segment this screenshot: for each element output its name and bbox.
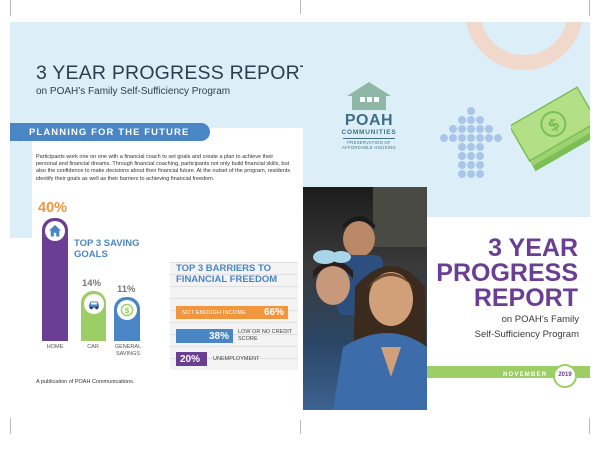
house-icon bbox=[44, 221, 65, 241]
left-page: 3 YEAR PROGRESS REPORT on POAH’s Family … bbox=[10, 22, 303, 410]
report-spread: 3 YEAR PROGRESS REPORT on POAH’s Family … bbox=[10, 22, 590, 410]
money-stack-icon: $ bbox=[511, 86, 590, 172]
publication-note: A publication of POAH Communications. bbox=[36, 379, 135, 385]
logo-divider bbox=[343, 138, 395, 139]
section-label: PLANNING FOR THE FUTURE bbox=[29, 126, 190, 138]
side-background bbox=[10, 128, 32, 238]
home-goal-bar bbox=[42, 218, 68, 341]
logo-name: POAH bbox=[344, 112, 394, 129]
logo-tagline: PRESERVATION OF AFFORDABLE HOUSING bbox=[335, 140, 403, 150]
poah-logo-icon bbox=[347, 82, 391, 110]
income-barrier-percent: 66% bbox=[263, 307, 284, 318]
unemployment-barrier-label: UNEMPLOYMENT bbox=[213, 356, 260, 362]
credit-barrier-bar: 38% bbox=[176, 329, 233, 343]
crop-mark bbox=[10, 418, 11, 434]
cover-title: 3 YEAR PROGRESS REPORT bbox=[435, 236, 578, 311]
cover-title-line-3: REPORT bbox=[473, 284, 578, 312]
home-label: HOME bbox=[46, 344, 64, 350]
credit-barrier-percent: 38% bbox=[208, 330, 229, 342]
intro-paragraph: Participants work one on one with a fina… bbox=[36, 154, 291, 182]
decorative-ring bbox=[465, 22, 583, 70]
cover-title-line-2: PROGRESS bbox=[436, 259, 578, 287]
crop-mark bbox=[10, 0, 11, 16]
page-title: 3 YEAR PROGRESS REPORT bbox=[36, 62, 303, 84]
date-month: NOVEMBER bbox=[503, 372, 548, 378]
date-year: 2019 bbox=[558, 372, 572, 378]
income-barrier-label: NOT ENOUGH INCOME bbox=[182, 309, 247, 316]
logo-tagline-line-2: AFFORDABLE HOUSING bbox=[341, 145, 397, 150]
family-photo bbox=[303, 187, 427, 410]
crop-mark bbox=[300, 420, 301, 434]
barriers-title: TOP 3 BARRIERS TO FINANCIAL FREEDOM bbox=[176, 263, 278, 285]
car-percent: 14% bbox=[82, 278, 102, 289]
credit-barrier-label: LOW OR NO CREDIT SCORE bbox=[238, 329, 292, 342]
svg-text:$: $ bbox=[124, 306, 130, 315]
cover-title-line-1: 3 YEAR bbox=[488, 234, 578, 262]
savings-percent: 11% bbox=[117, 284, 136, 295]
unemployment-barrier-percent: 20% bbox=[180, 353, 201, 365]
unemployment-barrier-bar: 20% bbox=[176, 352, 207, 366]
crop-mark bbox=[300, 0, 301, 14]
date-year-badge: 2019 bbox=[553, 364, 577, 388]
car-icon bbox=[83, 294, 104, 314]
section-banner: PLANNING FOR THE FUTURE bbox=[10, 123, 210, 141]
page-subtitle: on POAH’s Family Self-Sufficiency Progra… bbox=[36, 86, 231, 97]
cover-subtitle-line-1: on POAH’s Family bbox=[501, 314, 579, 325]
crop-mark bbox=[589, 418, 590, 434]
dollar-icon: $ bbox=[116, 300, 137, 320]
home-percent: 40% bbox=[38, 200, 68, 216]
logo-subname: COMMUNITIES bbox=[341, 129, 397, 136]
savings-goal-bar: $ bbox=[114, 297, 140, 341]
car-label: CAR bbox=[87, 344, 99, 350]
income-barrier-bar: NOT ENOUGH INCOME 66% bbox=[176, 306, 288, 319]
dotted-arrow-icon bbox=[440, 107, 502, 178]
right-page: $ POAH COMMUNITIES PRESERVATION OF AFFOR… bbox=[303, 22, 590, 410]
saving-goals-title: TOP 3 SAVING GOALS bbox=[74, 238, 140, 260]
cover-subtitle: on POAH’s Family Self-Sufficiency Progra… bbox=[433, 312, 579, 342]
cover-subtitle-line-2: Self-Sufficiency Program bbox=[474, 329, 579, 340]
car-goal-bar bbox=[81, 291, 106, 341]
savings-label: GENERAL SAVINGS bbox=[114, 344, 142, 357]
crop-mark bbox=[589, 0, 590, 16]
